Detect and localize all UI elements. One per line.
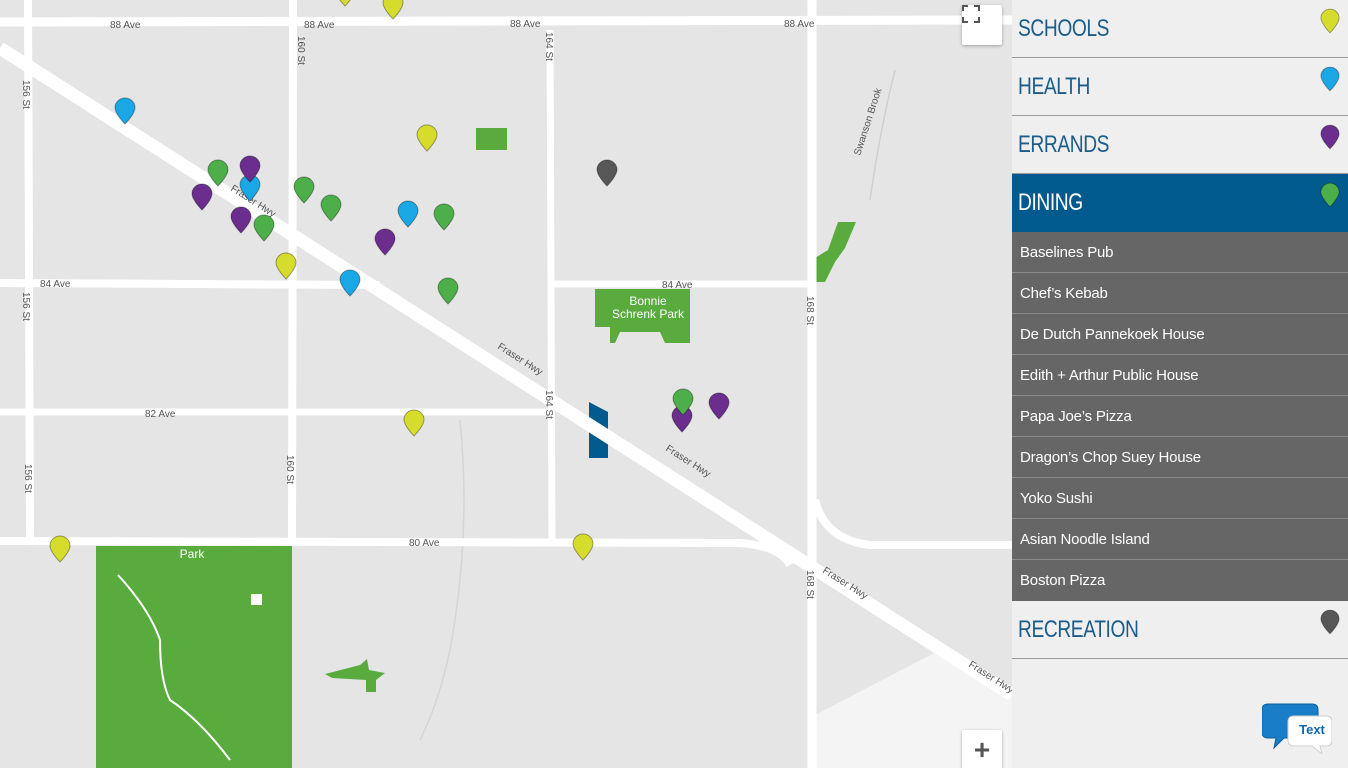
label-164-st: 164 St <box>543 390 554 419</box>
label-156-st: 156 St <box>20 292 31 321</box>
chat-text-label[interactable]: Text <box>1290 722 1334 737</box>
map-pin-icon <box>1320 124 1340 150</box>
list-item[interactable]: Yoko Sushi <box>1012 478 1348 519</box>
zoom-in-button[interactable]: + <box>962 730 1002 768</box>
list-item[interactable]: Boston Pizza <box>1012 560 1348 601</box>
category-dining[interactable]: DINING <box>1012 174 1348 232</box>
label-156-st: 156 St <box>22 464 33 493</box>
category-label: RECREATION <box>1018 615 1139 643</box>
category-label: ERRANDS <box>1018 130 1110 158</box>
category-label: HEALTH <box>1018 72 1090 100</box>
label-156-st: 156 St <box>20 80 31 109</box>
park-building <box>251 594 262 605</box>
label-164-st: 164 St <box>543 32 554 61</box>
list-item[interactable]: Asian Noodle Island <box>1012 519 1348 560</box>
label-82-ave: 82 Ave <box>145 409 176 420</box>
fullscreen-button[interactable] <box>962 5 1002 45</box>
map-canvas[interactable]: 88 Ave 88 Ave 88 Ave 88 Ave 84 Ave 84 Av… <box>0 0 1012 768</box>
category-sidebar: SCHOOLS HEALTH ERRANDS DINING Baselines Pub C… <box>1012 0 1348 768</box>
list-item[interactable]: Edith + Arthur Public House <box>1012 355 1348 396</box>
page-root: 88 Ave 88 Ave 88 Ave 88 Ave 84 Ave 84 Av… <box>0 0 1348 768</box>
map-pin-icon <box>1320 182 1340 208</box>
list-item[interactable]: Papa Joe’s Pizza <box>1012 396 1348 437</box>
label-168-st: 168 St <box>804 570 815 599</box>
label-88-ave: 88 Ave <box>510 19 541 30</box>
list-item[interactable]: Dragon’s Chop Suey House <box>1012 437 1348 478</box>
category-recreation[interactable]: RECREATION <box>1012 601 1348 659</box>
label-bonnie-schrenk-park: Schrenk Park <box>612 307 685 321</box>
map[interactable]: 88 Ave 88 Ave 88 Ave 88 Ave 84 Ave 84 Av… <box>0 0 1012 768</box>
dining-list: Baselines Pub Chef’s Kebab De Dutch Pannek… <box>1012 232 1348 601</box>
small-park <box>476 128 507 150</box>
label-160-st: 160 St <box>284 455 295 484</box>
category-label: DINING <box>1018 189 1083 216</box>
category-label: SCHOOLS <box>1018 14 1110 42</box>
map-pin-icon <box>1320 66 1340 92</box>
label-84-ave: 84 Ave <box>40 279 71 290</box>
road-164-st <box>546 29 556 546</box>
fullscreen-icon <box>962 5 980 23</box>
label-168-st: 168 St <box>804 296 815 325</box>
category-list: SCHOOLS HEALTH ERRANDS DINING Baselines Pub C… <box>1012 0 1348 659</box>
list-item[interactable]: Baselines Pub <box>1012 232 1348 273</box>
label-fleetwood-park: Park <box>180 547 206 561</box>
category-schools[interactable]: SCHOOLS <box>1012 0 1348 58</box>
category-errands[interactable]: ERRANDS <box>1012 116 1348 174</box>
label-88-ave: 88 Ave <box>110 20 141 31</box>
list-item[interactable]: De Dutch Pannekoek House <box>1012 314 1348 355</box>
label-80-ave: 80 Ave <box>409 538 440 549</box>
label-160-st: 160 St <box>295 36 306 65</box>
label-84-ave: 84 Ave <box>662 280 693 291</box>
label-bonnie-schrenk-park: Bonnie <box>629 294 667 308</box>
list-item[interactable]: Chef’s Kebab <box>1012 273 1348 314</box>
label-88-ave: 88 Ave <box>304 20 335 31</box>
map-pin-icon <box>1320 609 1340 635</box>
label-88-ave: 88 Ave <box>784 19 815 30</box>
map-pin-icon <box>1320 8 1340 34</box>
category-health[interactable]: HEALTH <box>1012 58 1348 116</box>
fleetwood-park-area <box>96 546 292 768</box>
road-88-ave <box>0 15 1012 27</box>
